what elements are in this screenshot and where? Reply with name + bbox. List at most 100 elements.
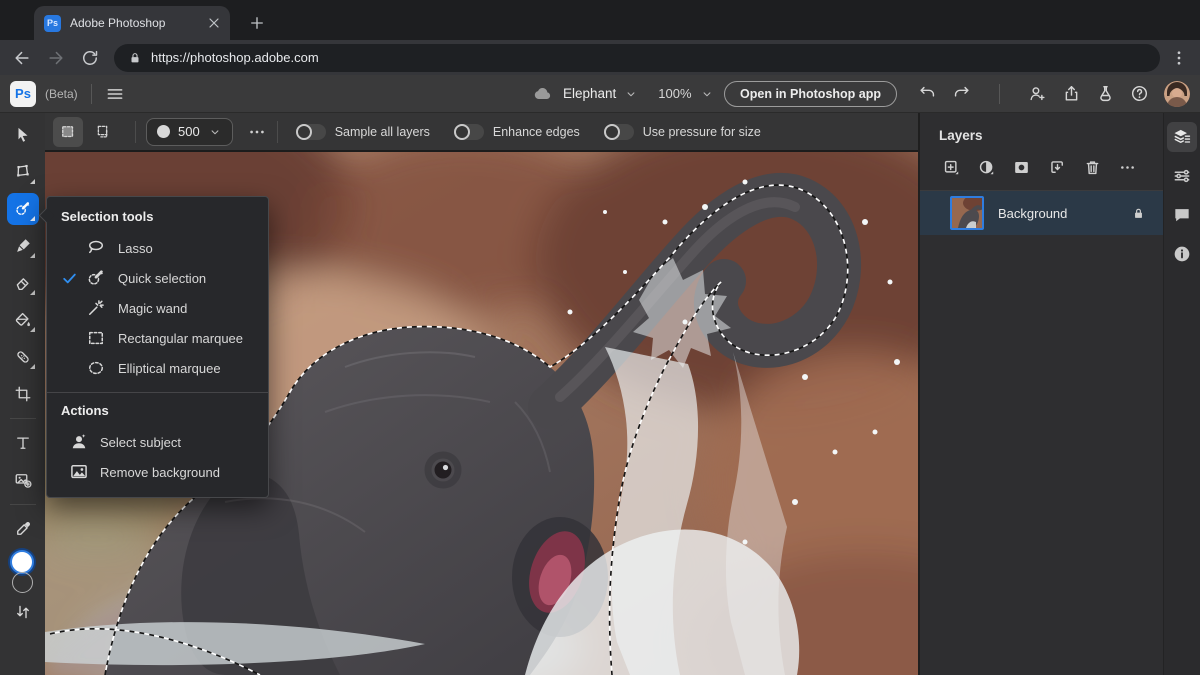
brush-tip-icon xyxy=(157,125,170,138)
healing-icon xyxy=(14,348,32,366)
browser-tab-bar: Ps Adobe Photoshop xyxy=(0,0,1200,40)
fill-tool[interactable] xyxy=(7,304,39,336)
divider xyxy=(10,504,36,505)
divider xyxy=(91,84,92,104)
brush-tool[interactable] xyxy=(7,230,39,262)
enhance-edges-toggle-group: Enhance edges xyxy=(454,124,596,140)
share-icon[interactable] xyxy=(1062,84,1081,103)
color-swatches[interactable] xyxy=(6,550,40,594)
place-image-tool[interactable] xyxy=(7,464,39,496)
avatar[interactable] xyxy=(1164,81,1190,107)
kebab-menu-icon[interactable] xyxy=(1170,49,1188,67)
sample-all-layers-toggle-group: Sample all layers xyxy=(296,124,446,140)
document-info: Elephant 100% xyxy=(533,75,714,112)
quick-selection-tool[interactable] xyxy=(7,193,39,225)
tab-close-icon[interactable] xyxy=(206,15,222,31)
move-icon xyxy=(14,126,32,144)
tab-title: Adobe Photoshop xyxy=(70,16,206,30)
rectangular-marquee-icon xyxy=(86,328,106,348)
help-icon[interactable] xyxy=(1130,84,1149,103)
chevron-down-icon xyxy=(208,125,222,139)
healing-tool[interactable] xyxy=(7,341,39,373)
swap-colors-tool[interactable] xyxy=(7,596,39,628)
foreground-color-swatch[interactable] xyxy=(10,550,34,574)
photoshop-logo: Ps xyxy=(10,81,36,107)
photoshop-favicon: Ps xyxy=(44,15,61,32)
background-color-swatch[interactable] xyxy=(12,572,33,593)
browser-address-bar: https://photoshop.adobe.com xyxy=(0,40,1200,75)
sample-all-layers-toggle[interactable] xyxy=(296,124,326,140)
chevron-down-icon[interactable] xyxy=(700,87,714,101)
open-in-app-button[interactable]: Open in Photoshop app xyxy=(724,81,897,107)
menu-item-elliptical-marquee[interactable]: Elliptical marquee xyxy=(47,353,268,383)
eraser-icon xyxy=(14,274,32,292)
info-icon xyxy=(1172,244,1192,264)
forward-icon[interactable] xyxy=(46,48,66,68)
menu-item-quick-selection[interactable]: Quick selection xyxy=(47,263,268,293)
brush-size-dropdown[interactable]: 500 xyxy=(146,118,233,146)
enhance-edges-toggle[interactable] xyxy=(454,124,484,140)
reload-icon[interactable] xyxy=(80,48,100,68)
properties-panel-icon[interactable] xyxy=(1167,161,1197,191)
crop-icon xyxy=(14,385,32,403)
brush-size-value: 500 xyxy=(178,124,200,139)
url-bar[interactable]: https://photoshop.adobe.com xyxy=(114,44,1160,72)
toggle-label: Sample all layers xyxy=(335,125,430,139)
more-options-icon[interactable] xyxy=(1118,158,1137,177)
menu-item-rectangular-marquee[interactable]: Rectangular marquee xyxy=(47,323,268,353)
menu-item-select-subject[interactable]: Select subject xyxy=(47,427,268,457)
comments-panel-icon[interactable] xyxy=(1167,200,1197,230)
use-pressure-toggle[interactable] xyxy=(604,124,634,140)
info-panel-icon[interactable] xyxy=(1167,239,1197,269)
menu-item-remove-background[interactable]: Remove background xyxy=(47,457,268,487)
add-to-selection-icon[interactable] xyxy=(89,117,119,147)
ellipsis-icon[interactable] xyxy=(247,122,267,142)
eyedropper-tool[interactable] xyxy=(7,513,39,545)
selection-tools-menu: Selection tools Lasso Quick selection xyxy=(46,196,269,498)
add-to-selection-glyph xyxy=(95,123,113,141)
layer-row-background[interactable]: Background xyxy=(920,191,1163,235)
crop-tool[interactable] xyxy=(7,378,39,410)
merge-icon[interactable] xyxy=(1048,158,1067,177)
back-icon[interactable] xyxy=(12,48,32,68)
canvas[interactable]: Selection tools Lasso Quick selection xyxy=(45,152,918,675)
chevron-down-icon[interactable] xyxy=(624,87,638,101)
transform-tool[interactable] xyxy=(7,156,39,188)
document-area: 500 Sample all layers Enhance edges Use … xyxy=(45,113,918,675)
divider xyxy=(47,392,268,393)
delete-icon[interactable] xyxy=(1083,158,1102,177)
beta-label: (Beta) xyxy=(45,87,78,101)
move-tool[interactable] xyxy=(7,119,39,151)
menu-item-lasso[interactable]: Lasso xyxy=(47,233,268,263)
mask-icon[interactable] xyxy=(1012,158,1031,177)
eraser-tool[interactable] xyxy=(7,267,39,299)
layers-panel-icon[interactable] xyxy=(1167,122,1197,152)
brush-icon xyxy=(14,237,32,255)
menu-section-title: Selection tools xyxy=(47,207,268,233)
redo-icon[interactable] xyxy=(952,84,971,103)
adjustment-icon[interactable] xyxy=(977,158,996,177)
hamburger-menu-icon[interactable] xyxy=(105,84,125,104)
menu-item-magic-wand[interactable]: Magic wand xyxy=(47,293,268,323)
new-tab-icon[interactable] xyxy=(248,14,266,32)
layer-thumbnail xyxy=(950,196,984,230)
tool-options-bar: 500 Sample all layers Enhance edges Use … xyxy=(45,113,918,152)
menu-section-title: Actions xyxy=(47,401,268,427)
lock-icon[interactable] xyxy=(1131,206,1146,221)
divider xyxy=(10,418,36,419)
type-tool[interactable] xyxy=(7,427,39,459)
add-layer-icon[interactable] xyxy=(942,158,961,177)
toggle-label: Enhance edges xyxy=(493,125,580,139)
beta-flask-icon[interactable] xyxy=(1096,84,1115,103)
main-area: 500 Sample all layers Enhance edges Use … xyxy=(0,113,1200,675)
place-image-icon xyxy=(14,471,32,489)
elliptical-marquee-icon xyxy=(86,358,106,378)
undo-icon[interactable] xyxy=(918,84,937,103)
divider xyxy=(135,121,136,143)
lock-icon xyxy=(128,51,142,65)
browser-tab[interactable]: Ps Adobe Photoshop xyxy=(34,6,230,40)
layers-stack-icon xyxy=(1172,127,1192,147)
transform-icon xyxy=(14,163,32,181)
invite-people-icon[interactable] xyxy=(1028,84,1047,103)
new-selection-icon[interactable] xyxy=(53,117,83,147)
